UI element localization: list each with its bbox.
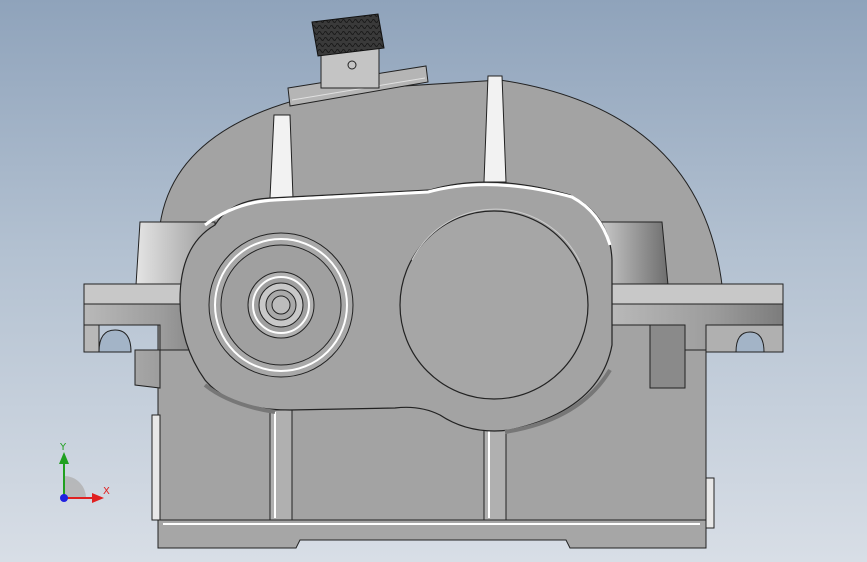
y-axis-label: Y bbox=[60, 442, 67, 453]
right-stand-edge bbox=[705, 477, 715, 529]
coordinate-triad bbox=[59, 452, 104, 503]
upper-rib-right bbox=[483, 75, 507, 183]
left-bolt-slot bbox=[98, 329, 132, 353]
upper-rib-left bbox=[269, 114, 294, 199]
x-axis-label: X bbox=[103, 486, 110, 497]
output-bearing-cap bbox=[399, 210, 589, 400]
cad-viewport[interactable]: Y X bbox=[0, 0, 867, 562]
left-stand-edge bbox=[151, 414, 161, 521]
z-axis-dot bbox=[60, 494, 68, 502]
y-axis-arrow bbox=[59, 452, 69, 464]
lower-rib-right bbox=[483, 424, 507, 521]
lower-rib-left bbox=[269, 409, 293, 521]
breather-knurled-cap bbox=[311, 13, 385, 57]
gearbox-model[interactable] bbox=[0, 0, 867, 562]
